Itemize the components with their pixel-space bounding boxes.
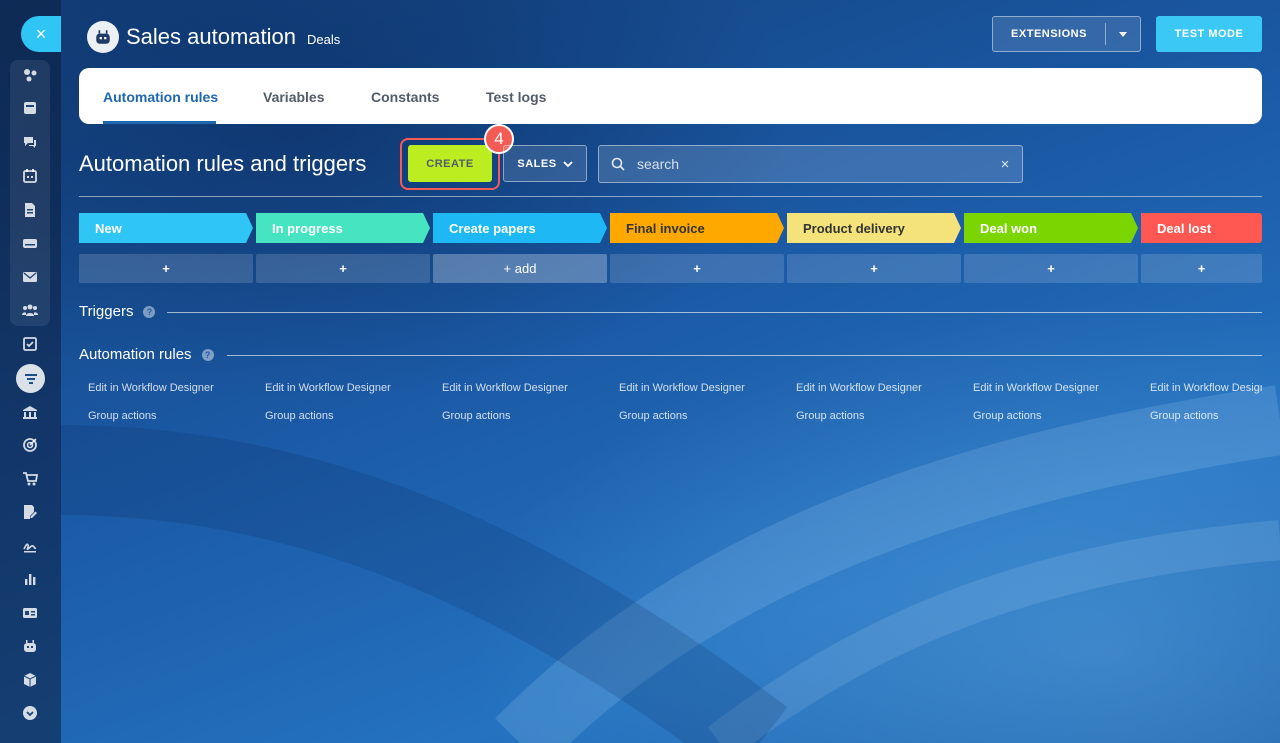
stage-column-links: Edit in Workflow Designer Group actions (796, 382, 922, 438)
groups-icon[interactable] (15, 298, 45, 322)
chat-icon[interactable] (15, 130, 45, 154)
robot-icon (87, 21, 119, 53)
tab-variables[interactable]: Variables (263, 89, 325, 105)
close-icon[interactable]: × (21, 16, 61, 52)
signature-icon[interactable] (15, 534, 45, 558)
drive-icon[interactable] (15, 231, 45, 255)
edit-in-workflow-designer-link[interactable]: Edit in Workflow Designer (1150, 382, 1262, 410)
add-rule-button[interactable]: + (256, 254, 430, 283)
pipeline-label[interactable]: SALES (517, 158, 556, 170)
page-subtitle: Deals (307, 32, 341, 47)
group-actions-link[interactable]: Group actions (265, 410, 391, 438)
analytics-icon[interactable] (15, 567, 45, 591)
group-actions-link[interactable]: Group actions (442, 410, 568, 438)
left-sidebar: × (0, 0, 61, 743)
chevron-down-icon[interactable] (562, 159, 573, 169)
edit-in-workflow-designer-link[interactable]: Edit in Workflow Designer (973, 382, 1099, 410)
pipeline-selector[interactable]: SALES (503, 145, 587, 182)
document-icon[interactable] (15, 198, 45, 222)
activity-stream-icon[interactable] (15, 63, 45, 87)
add-rule-button[interactable]: + (1141, 254, 1262, 283)
help-icon[interactable]: ? (143, 305, 156, 318)
group-actions-link[interactable]: Group actions (619, 410, 745, 438)
tab-test-logs[interactable]: Test logs (486, 89, 546, 105)
extensions-button[interactable]: EXTENSIONS (992, 16, 1141, 52)
triggers-heading: Triggers ? (79, 303, 156, 320)
triggers-label: Triggers (79, 303, 134, 320)
chevron-down-icon[interactable] (1106, 31, 1140, 37)
stage-column-links: Edit in Workflow Designer Group actions (442, 382, 568, 438)
divider (227, 355, 1262, 356)
stage-column-links: Edit in Workflow Designer Group actions (619, 382, 745, 438)
company-icon[interactable] (15, 400, 45, 424)
search-field[interactable]: × (598, 145, 1023, 183)
stage-final-invoice: Final invoice (610, 213, 784, 243)
search-input[interactable] (637, 146, 988, 182)
market-icon[interactable] (15, 668, 45, 692)
stage-create-papers: Create papers (433, 213, 607, 243)
stage-column-links: Edit in Workflow Designer Group actions (88, 382, 214, 438)
automation-rules-heading: Automation rules ? (79, 346, 214, 363)
help-icon[interactable]: ? (201, 348, 214, 361)
search-icon (599, 157, 637, 171)
clear-search-icon[interactable]: × (988, 156, 1022, 173)
checklist-icon[interactable] (15, 332, 45, 356)
stage-column-links: Edit in Workflow Designer Group actions (265, 382, 391, 438)
robot-icon[interactable] (15, 634, 45, 658)
contact-center-icon[interactable] (15, 601, 45, 625)
automation-rules-label: Automation rules (79, 346, 192, 363)
mail-icon[interactable] (15, 265, 45, 289)
edit-in-workflow-designer-link[interactable]: Edit in Workflow Designer (619, 382, 745, 410)
stage-deal-won: Deal won (964, 213, 1138, 243)
cart-icon[interactable] (15, 467, 45, 491)
stage-in-progress: In progress (256, 213, 430, 243)
group-actions-link[interactable]: Group actions (88, 410, 214, 438)
stage-column-links: Edit in Workflow Designer Group actions (973, 382, 1099, 438)
tab-automation-rules[interactable]: Automation rules (103, 89, 218, 105)
edit-icon[interactable] (15, 500, 45, 524)
edit-in-workflow-designer-link[interactable]: Edit in Workflow Designer (88, 382, 214, 410)
group-actions-link[interactable]: Group actions (973, 410, 1099, 438)
crm-funnel-icon[interactable] (16, 364, 45, 393)
add-rule-button[interactable]: + (787, 254, 961, 283)
stage-product-delivery: Product delivery (787, 213, 961, 243)
extensions-label[interactable]: EXTENSIONS (993, 28, 1105, 40)
add-rule-button[interactable]: + (79, 254, 253, 283)
add-rule-button[interactable]: + add (433, 254, 607, 283)
edit-in-workflow-designer-link[interactable]: Edit in Workflow Designer (796, 382, 922, 410)
add-rule-button[interactable]: + (964, 254, 1138, 283)
edit-in-workflow-designer-link[interactable]: Edit in Workflow Designer (442, 382, 568, 410)
stage-new: New (79, 213, 253, 243)
target-icon[interactable] (15, 433, 45, 457)
active-tab-indicator (103, 121, 216, 124)
more-icon[interactable] (15, 701, 45, 725)
page-title: Sales automation (126, 24, 296, 49)
test-mode-button[interactable]: TEST MODE (1156, 16, 1262, 52)
add-rule-button[interactable]: + (610, 254, 784, 283)
create-button[interactable]: CREATE (408, 145, 492, 182)
stage-deal-lost: Deal lost (1141, 213, 1262, 243)
divider (79, 196, 1262, 197)
edit-in-workflow-designer-link[interactable]: Edit in Workflow Designer (265, 382, 391, 410)
tasks-icon[interactable] (15, 96, 45, 120)
section-title: Automation rules and triggers (79, 151, 367, 176)
tab-constants[interactable]: Constants (371, 89, 439, 105)
group-actions-link[interactable]: Group actions (796, 410, 922, 438)
group-actions-link[interactable]: Group actions (1150, 410, 1262, 438)
divider (167, 312, 1262, 313)
stage-column-links: Edit in Workflow Designer Group actions (1150, 382, 1262, 438)
calendar-icon[interactable] (15, 164, 45, 188)
tabs-bar: Automation rules Variables Constants Tes… (79, 68, 1262, 124)
